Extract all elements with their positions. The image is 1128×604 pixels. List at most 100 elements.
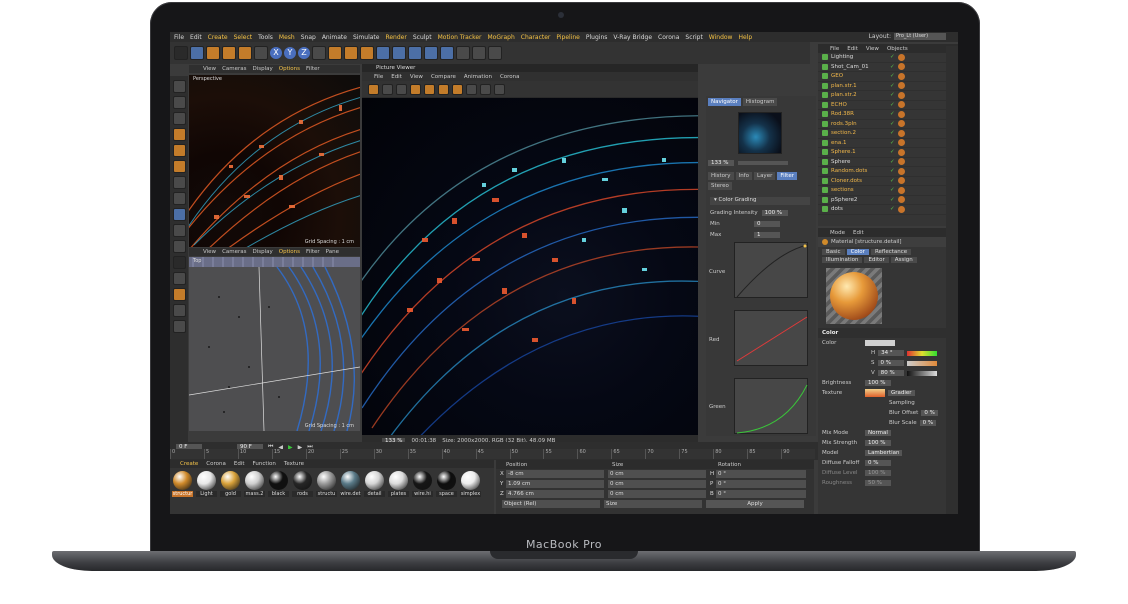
lock-icon[interactable]: [172, 304, 186, 317]
material-item[interactable]: simplex: [460, 471, 481, 497]
tag-icon[interactable]: [897, 205, 905, 213]
pv-menu-item[interactable]: Edit: [391, 74, 402, 80]
red-curve-graph[interactable]: [734, 310, 808, 366]
visibility-check-icon[interactable]: ✓: [890, 140, 895, 146]
material-item[interactable]: gold: [220, 471, 241, 497]
navigator-tab[interactable]: Navigator: [708, 98, 741, 106]
tag-icon[interactable]: [897, 91, 905, 99]
tag-icon[interactable]: [897, 139, 905, 147]
object-row[interactable]: ECHO ✓: [818, 101, 958, 110]
menu-item[interactable]: Script: [685, 34, 702, 41]
menu-item[interactable]: Corona: [658, 34, 679, 41]
filter-tab[interactable]: Layer: [754, 172, 776, 180]
pen-icon[interactable]: [392, 46, 406, 60]
locked-workplane-icon[interactable]: [172, 240, 186, 253]
render-active-icon[interactable]: [424, 83, 435, 95]
object-menu-item[interactable]: Edit: [847, 46, 858, 52]
tag-icon[interactable]: [897, 196, 905, 204]
material-menu-item[interactable]: Corona: [206, 461, 226, 467]
recent-tool-icon[interactable]: [254, 46, 268, 60]
polygons-mode-icon[interactable]: [172, 160, 186, 173]
coordinate-system-icon[interactable]: [312, 46, 326, 60]
sculpt-icon[interactable]: [172, 288, 186, 301]
viewport-menu-item[interactable]: Cameras: [222, 249, 246, 255]
model-value[interactable]: Lambertian: [865, 450, 903, 456]
live-selection-icon[interactable]: [190, 46, 204, 60]
layout-selector[interactable]: Layout: Pro_Lt (User): [869, 33, 946, 40]
grid-icon[interactable]: [172, 320, 186, 333]
menu-item[interactable]: File: [174, 34, 184, 41]
viewport-perspective[interactable]: Perspective Grid Spacing : 1 cm: [189, 75, 360, 247]
position-field[interactable]: 1.09 cm: [506, 480, 604, 488]
material-menu-item[interactable]: Create: [180, 461, 198, 467]
axis-z-button[interactable]: Z: [298, 47, 310, 59]
tag-icon[interactable]: [897, 186, 905, 194]
material-item[interactable]: structur: [172, 471, 193, 497]
material-item[interactable]: Light: [196, 471, 217, 497]
position-field[interactable]: -8 cm: [506, 470, 604, 478]
cube-icon[interactable]: [376, 46, 390, 60]
tag-icon[interactable]: [897, 148, 905, 156]
material-item[interactable]: wire.det: [340, 471, 361, 497]
tag-icon[interactable]: [897, 177, 905, 185]
object-menu-item[interactable]: File: [830, 46, 839, 52]
material-item[interactable]: space: [436, 471, 457, 497]
material-item[interactable]: mass.2: [244, 471, 265, 497]
mix-strength-value[interactable]: 100 %: [865, 440, 891, 446]
tag-icon[interactable]: [897, 82, 905, 90]
menu-item[interactable]: Help: [738, 34, 752, 41]
side-tab-strip[interactable]: [946, 46, 958, 514]
mode-object-select[interactable]: Object (Rel): [502, 500, 600, 508]
object-row[interactable]: pSphere2 ✓: [818, 196, 958, 205]
min-value[interactable]: 0: [754, 220, 780, 227]
visibility-check-icon[interactable]: ✓: [890, 121, 895, 127]
menu-item[interactable]: Animate: [322, 34, 347, 41]
menu-item[interactable]: Character: [521, 34, 551, 41]
axis-y-button[interactable]: Y: [284, 47, 296, 59]
object-row[interactable]: ena.1 ✓: [818, 139, 958, 148]
mode-size-select[interactable]: Size: [604, 500, 702, 508]
visibility-check-icon[interactable]: ✓: [890, 168, 895, 174]
texture-value[interactable]: Gradier: [888, 390, 915, 396]
material-preview[interactable]: [826, 268, 882, 324]
timeline-ruler[interactable]: 0 5 10 15 20 25 30 35 40 45 50 55 60 65 70 75 80 85 90: [170, 449, 815, 459]
h-value[interactable]: 34 °: [878, 350, 905, 356]
viewport-menu-item[interactable]: Cameras: [222, 66, 246, 72]
texture-preview[interactable]: [865, 389, 885, 397]
viewport-menu-item[interactable]: Pane: [326, 249, 339, 255]
workplane-icon[interactable]: [172, 224, 186, 237]
roughness-value[interactable]: 50 %: [865, 480, 891, 486]
object-row[interactable]: GEO ✓: [818, 72, 958, 82]
visibility-check-icon[interactable]: ✓: [890, 197, 895, 203]
material-menu-item[interactable]: Function: [253, 461, 276, 467]
pv-menu-item[interactable]: Compare: [431, 74, 456, 80]
save-image-icon[interactable]: [382, 83, 393, 95]
undo-icon[interactable]: [174, 46, 188, 60]
ab-compare-icon[interactable]: [480, 83, 491, 95]
object-row[interactable]: Lighting ✓: [818, 53, 958, 63]
stop-render-icon[interactable]: [396, 83, 407, 95]
tag-icon[interactable]: [897, 110, 905, 118]
viewport-menu-item[interactable]: Display: [253, 66, 273, 72]
tweak-mode-icon[interactable]: [172, 192, 186, 205]
position-field[interactable]: 4.766 cm: [506, 490, 604, 498]
rotation-field[interactable]: 0 °: [716, 490, 806, 498]
open-image-icon[interactable]: [368, 83, 379, 95]
object-menu-item[interactable]: View: [866, 46, 879, 52]
object-row[interactable]: Rod.38R ✓: [818, 110, 958, 120]
render-settings-icon[interactable]: [360, 46, 374, 60]
visibility-check-icon[interactable]: ✓: [890, 130, 895, 136]
curve-graph[interactable]: [734, 242, 808, 298]
visibility-check-icon[interactable]: ✓: [890, 206, 895, 212]
blur-offset-value[interactable]: 0 %: [921, 410, 938, 416]
rotation-field[interactable]: 0 °: [716, 480, 806, 488]
object-row[interactable]: Sphere.1 ✓: [818, 148, 958, 158]
axis-x-button[interactable]: X: [270, 47, 282, 59]
color-swatch[interactable]: [865, 340, 895, 346]
viewport-menu-item[interactable]: Options: [279, 249, 300, 255]
filter-tab[interactable]: Filter: [777, 172, 797, 180]
menu-item[interactable]: Create: [208, 34, 228, 41]
value-slider[interactable]: [906, 370, 937, 376]
clear-icon[interactable]: [494, 83, 505, 95]
filter-tab[interactable]: Info: [735, 172, 752, 180]
